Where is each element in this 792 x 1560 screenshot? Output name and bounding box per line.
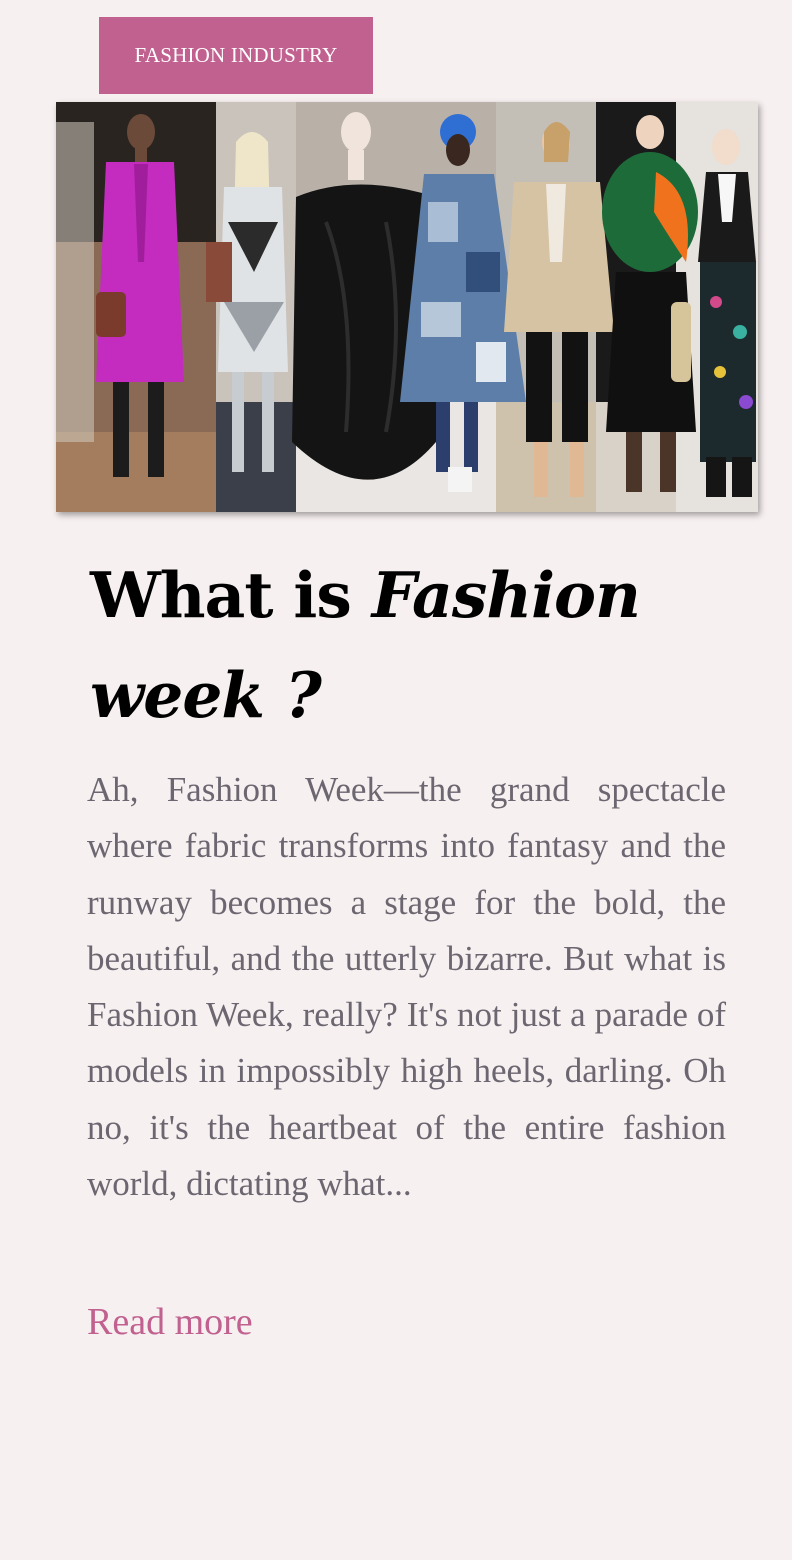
post-title-plain: What is (90, 558, 372, 632)
category-tag-fashion-industry[interactable]: FASHION INDUSTRY (99, 17, 373, 94)
post-featured-image[interactable] (56, 102, 758, 512)
post-title[interactable]: What is Fashion week ? (90, 545, 730, 745)
read-more-link[interactable]: Read more (87, 1300, 253, 1344)
model-patterned-pants (698, 129, 756, 497)
post-title-italic-fashion: Fashion (371, 558, 641, 632)
post-excerpt: Ah, Fashion Week—the grand spectacle whe… (87, 770, 726, 1204)
post-title-italic-week: week ? (90, 658, 322, 732)
